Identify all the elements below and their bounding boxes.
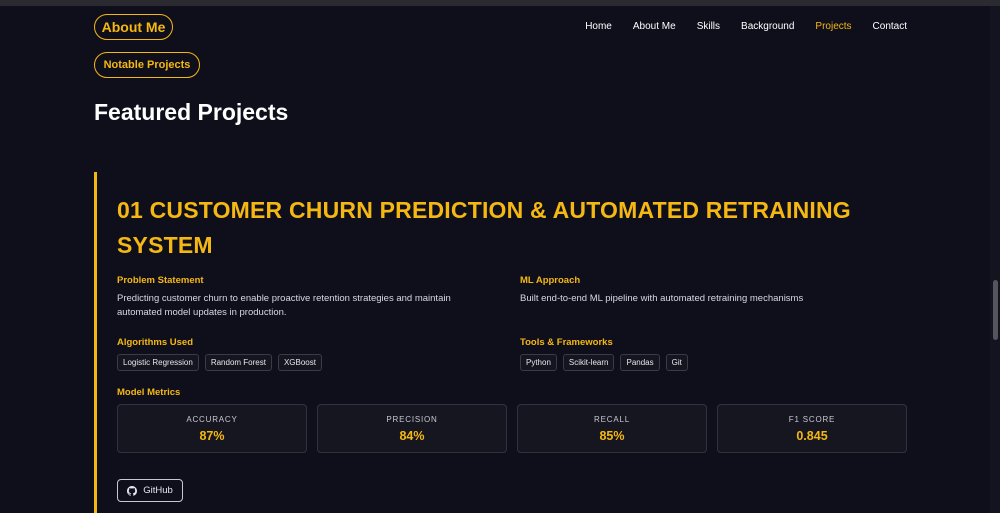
tag-algorithm: Random Forest bbox=[204, 354, 272, 371]
problem-statement-heading: Problem Statement bbox=[117, 275, 204, 286]
nav-contact[interactable]: Contact bbox=[873, 21, 907, 32]
metric-value: 85% bbox=[599, 428, 625, 443]
nav-skills[interactable]: Skills bbox=[697, 21, 720, 32]
metric-label: RECALL bbox=[594, 414, 630, 424]
notable-projects-badge: Notable Projects bbox=[94, 52, 200, 78]
metric-label: F1 SCORE bbox=[788, 414, 836, 424]
project-accent-bar bbox=[94, 172, 97, 513]
nav-about-me[interactable]: About Me bbox=[633, 21, 676, 32]
metric-label: PRECISION bbox=[386, 414, 438, 424]
metric-label: ACCURACY bbox=[186, 414, 238, 424]
tools-heading: Tools & Frameworks bbox=[520, 337, 613, 348]
metric-card-precision: PRECISION 84% bbox=[317, 404, 507, 453]
tag-algorithm: XGBoost bbox=[277, 354, 322, 371]
ml-approach-heading: ML Approach bbox=[520, 275, 581, 286]
top-nav: Home About Me Skills Background Projects… bbox=[585, 21, 907, 32]
nav-projects[interactable]: Projects bbox=[815, 21, 851, 32]
scrollbar-thumb[interactable] bbox=[993, 280, 998, 340]
tag-tool: Scikit-learn bbox=[562, 354, 615, 371]
scrollbar[interactable] bbox=[990, 6, 1000, 513]
nav-home[interactable]: Home bbox=[585, 21, 612, 32]
browser-top-strip bbox=[0, 0, 1000, 6]
github-icon bbox=[127, 485, 138, 496]
metrics-row: ACCURACY 87% PRECISION 84% RECALL 85% F1… bbox=[117, 404, 907, 453]
metric-card-f1-score: F1 SCORE 0.845 bbox=[717, 404, 907, 453]
metric-value: 0.845 bbox=[796, 428, 828, 443]
tools-tags: Python Scikit-learn Pandas Git bbox=[520, 354, 688, 371]
project-title: 01 CUSTOMER CHURN PREDICTION & AUTOMATED… bbox=[117, 197, 851, 258]
problem-statement-text: Predicting customer churn to enable proa… bbox=[117, 293, 451, 318]
ml-approach-text: Built end-to-end ML pipeline with automa… bbox=[520, 293, 804, 304]
metric-value: 87% bbox=[199, 428, 225, 443]
github-button[interactable]: GitHub bbox=[117, 479, 183, 502]
tag-tool: Pandas bbox=[620, 354, 660, 371]
tag-algorithm: Logistic Regression bbox=[117, 354, 199, 371]
algorithms-heading: Algorithms Used bbox=[117, 337, 194, 348]
tag-tool: Python bbox=[520, 354, 557, 371]
about-me-logo-button[interactable]: About Me bbox=[94, 14, 173, 40]
nav-background[interactable]: Background bbox=[741, 21, 794, 32]
metric-value: 84% bbox=[399, 428, 425, 443]
algorithms-tags: Logistic Regression Random Forest XGBoos… bbox=[117, 354, 322, 371]
metric-card-recall: RECALL 85% bbox=[517, 404, 707, 453]
model-metrics-heading: Model Metrics bbox=[117, 387, 181, 398]
metric-card-accuracy: ACCURACY 87% bbox=[117, 404, 307, 453]
section-title: Featured Projects bbox=[94, 99, 289, 125]
tag-tool: Git bbox=[665, 354, 688, 371]
github-label: GitHub bbox=[143, 485, 173, 496]
